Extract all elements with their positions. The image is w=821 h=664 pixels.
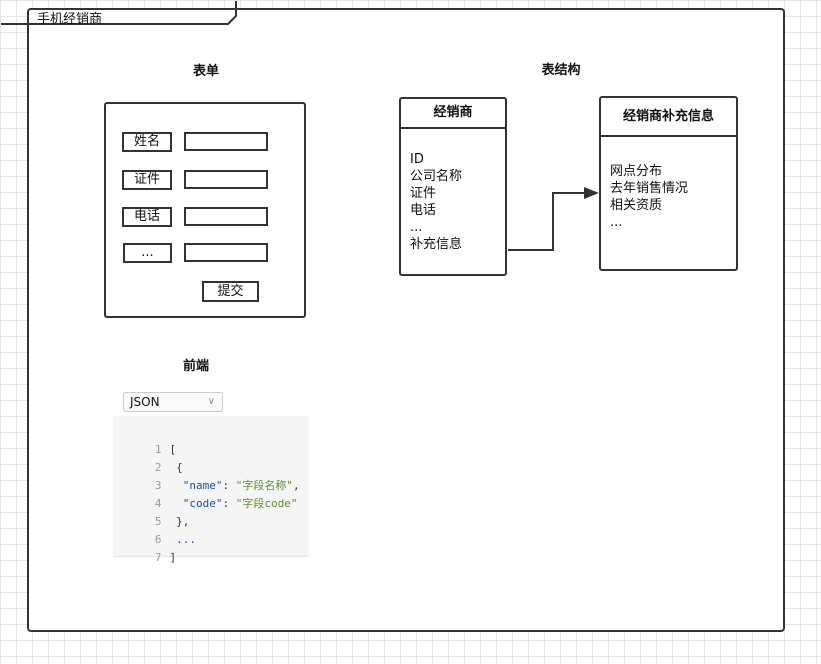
json-code-block: 1[ 2 { 3 "name": "字段名称", 4 "code": "字段co… <box>113 416 309 564</box>
code-line: 1[ <box>113 423 176 456</box>
code-line: 7] <box>113 531 176 564</box>
code-line: 6 ... <box>113 513 196 546</box>
line-number: 7 <box>154 551 162 564</box>
json-string: "字段code" <box>235 497 298 510</box>
code-line: 2 { <box>113 441 183 474</box>
code-line: 3 "name": "字段名称", <box>113 459 300 492</box>
format-select[interactable]: JSON ∨ <box>123 392 223 412</box>
code-line: 5 }, <box>113 495 190 528</box>
code-line: 4 "code": "字段code" <box>113 477 298 510</box>
format-select-value: JSON <box>130 395 160 409</box>
chevron-down-icon: ∨ <box>207 396 215 407</box>
arrow-head-icon <box>584 187 599 199</box>
